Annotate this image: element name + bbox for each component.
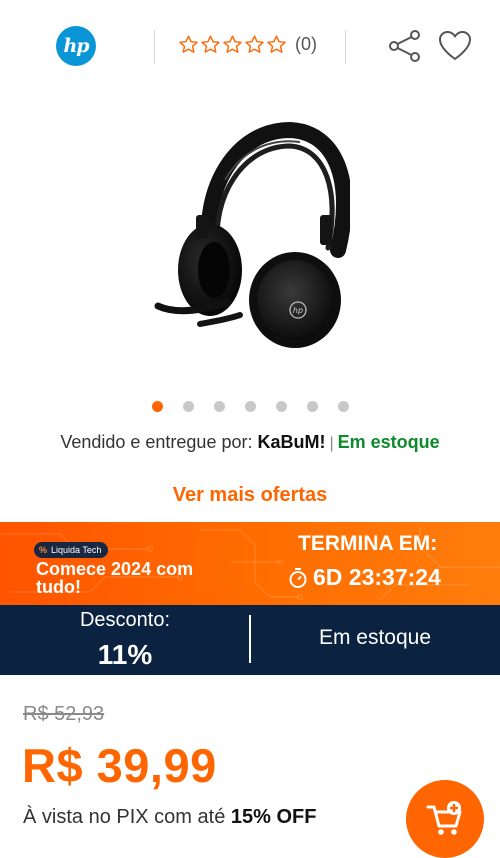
header-divider	[154, 30, 155, 64]
countdown-label: TERMINA EM:	[298, 532, 438, 555]
add-to-cart-button[interactable]	[406, 780, 484, 858]
carousel-dot[interactable]	[244, 401, 256, 412]
promo-title: Comece 2024 com tudo!	[36, 559, 194, 597]
more-offers-link[interactable]: Ver mais ofertas	[0, 484, 500, 507]
countdown: 6D 23:37:24	[288, 564, 441, 591]
pix-info: À vista no PIX com até 15% OFF	[23, 806, 316, 829]
rating[interactable]: (0)	[178, 34, 317, 55]
star-empty-icon	[223, 35, 242, 53]
seller-name[interactable]: KaBuM!	[257, 432, 325, 452]
product-header: hp (0)	[0, 0, 500, 92]
heart-icon	[439, 31, 471, 60]
countdown-value: 6D 23:37:24	[313, 564, 441, 590]
add-to-cart-icon	[426, 801, 462, 835]
discount-value: 11%	[97, 639, 153, 670]
brand-logo[interactable]: hp	[56, 26, 96, 66]
header-divider	[345, 30, 346, 64]
percent-icon: %	[39, 545, 48, 555]
star-empty-icon	[179, 35, 198, 53]
star-empty-icon	[201, 35, 220, 53]
seller-separator: |	[329, 435, 334, 452]
pix-prefix: À vista no PIX com até	[23, 806, 226, 828]
stopwatch-icon	[289, 567, 307, 588]
star-empty-icon	[245, 35, 264, 53]
rating-count: (0)	[295, 34, 317, 54]
share-icon	[389, 30, 420, 62]
carousel-dot[interactable]	[306, 401, 318, 412]
current-price: R$ 39,99	[22, 739, 217, 792]
seller-prefix: Vendido e entregue por:	[60, 432, 253, 452]
seller-info: Vendido e entregue por: KaBuM! | Em estoqu…	[0, 432, 500, 453]
star-empty-icon	[267, 35, 286, 53]
promo-tag: % Liquida Tech	[34, 542, 109, 558]
pix-discount: 15% OFF	[230, 806, 317, 828]
image-carousel-dots	[0, 401, 500, 412]
favorite-button[interactable]	[437, 28, 473, 64]
discount-strip: Desconto: 11% Em estoque	[0, 605, 500, 675]
old-price: R$ 52,93	[23, 703, 105, 725]
stock-status: Em estoque	[337, 432, 440, 452]
carousel-dot[interactable]	[151, 401, 163, 412]
svg-text:hp: hp	[293, 306, 303, 315]
discount-label: Desconto:	[79, 609, 171, 631]
carousel-dot[interactable]	[275, 401, 287, 412]
carousel-dot[interactable]	[182, 401, 194, 412]
share-button[interactable]	[387, 28, 423, 64]
carousel-dot[interactable]	[213, 401, 225, 412]
carousel-dot[interactable]	[337, 401, 349, 412]
promo-tag-label: Liquida Tech	[51, 545, 102, 555]
headset-product-image[interactable]: hp	[150, 120, 350, 360]
strip-stock-status: Em estoque	[318, 626, 432, 649]
